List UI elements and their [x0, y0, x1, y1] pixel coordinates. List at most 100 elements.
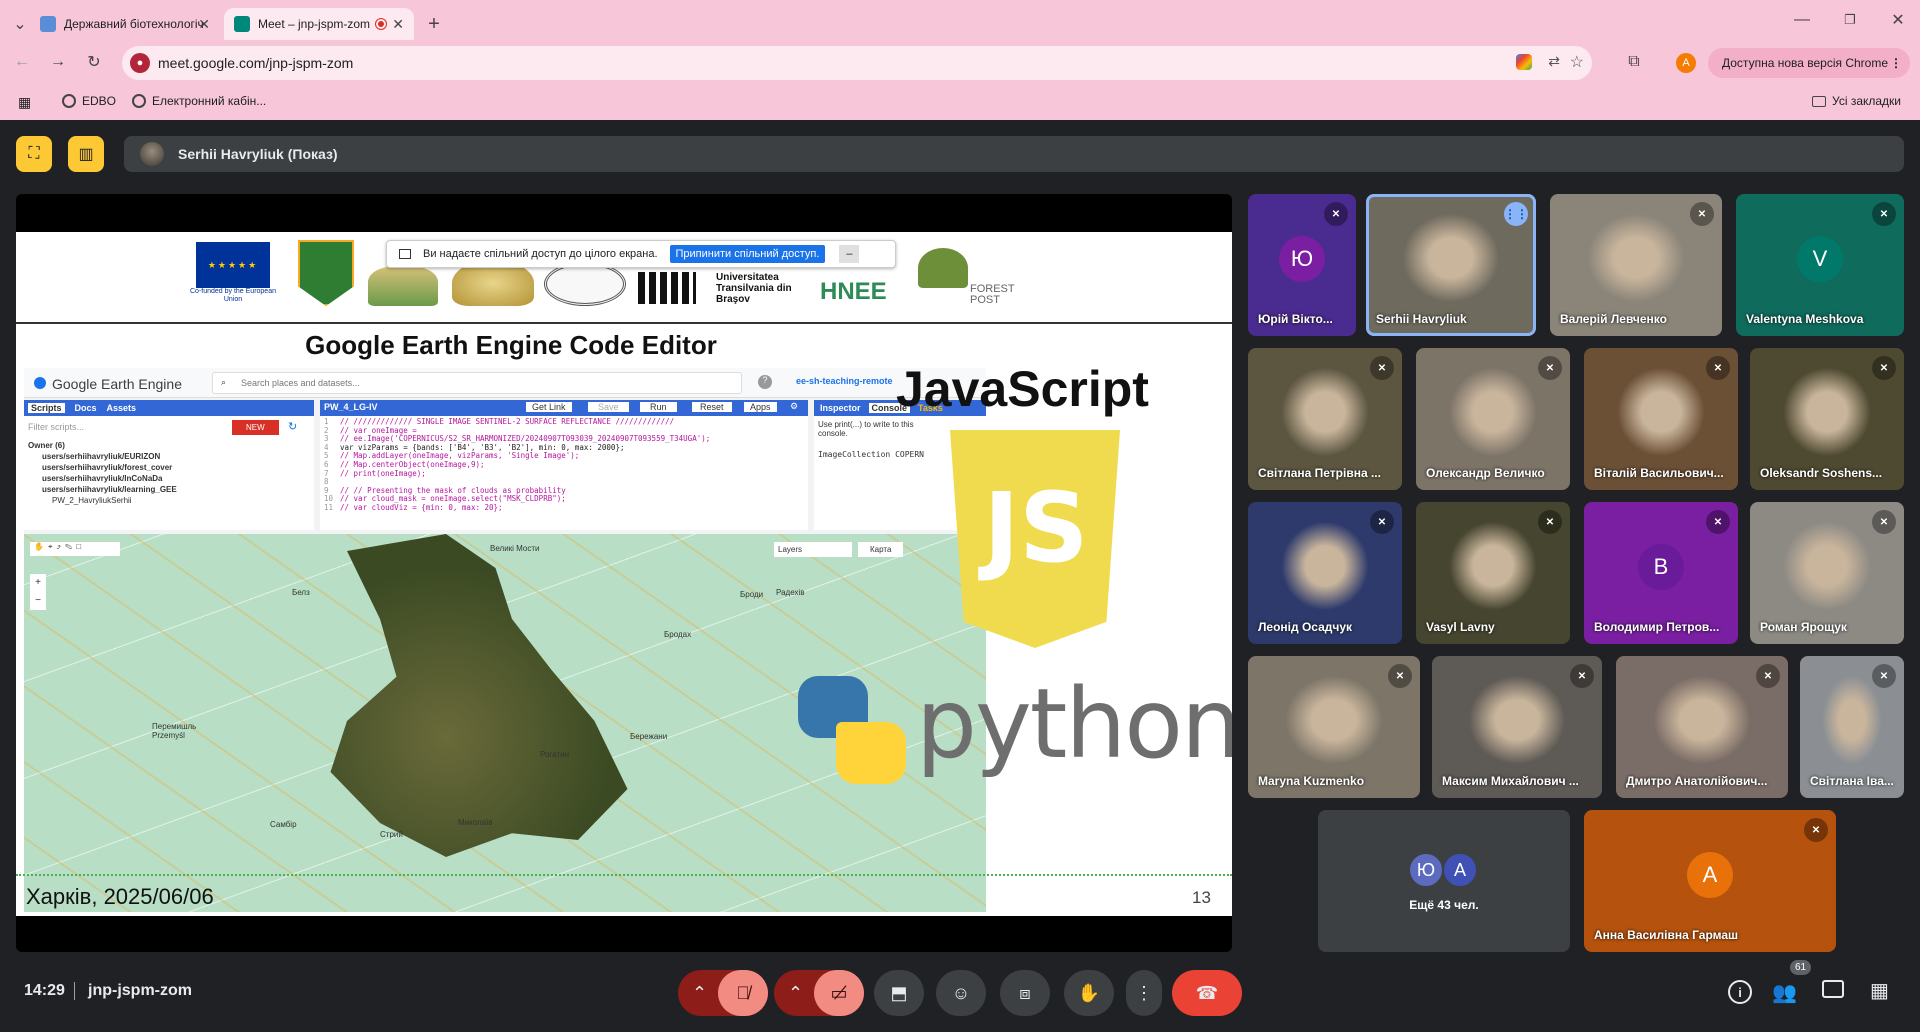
- tab-assets[interactable]: Assets: [107, 403, 137, 413]
- tree-item[interactable]: users/serhiihavryliuk/forest_cover: [28, 462, 177, 473]
- code-lines[interactable]: 1// ///////////// SINGLE IMAGE SENTINEL-…: [320, 416, 808, 515]
- participant-tile[interactable]: Роман Ярощук ✕: [1750, 502, 1904, 644]
- layers-button[interactable]: Layers: [774, 542, 852, 557]
- get-link-button[interactable]: Get Link: [526, 402, 572, 412]
- bookmark-cabinet[interactable]: Електронний кабін...: [132, 94, 266, 108]
- forward-icon[interactable]: →: [44, 48, 72, 76]
- participant-tile[interactable]: Світлана Петрівна ... ✕: [1248, 348, 1402, 490]
- reload-icon[interactable]: ↻: [80, 48, 108, 76]
- participant-name: Олександр Величко: [1426, 466, 1545, 480]
- close-window-icon[interactable]: ✕: [1884, 6, 1912, 34]
- extensions-icon[interactable]: ⧉: [1620, 48, 1648, 76]
- raise-hand-button[interactable]: ✋: [1064, 970, 1114, 1016]
- info-icon[interactable]: i: [1728, 980, 1752, 1004]
- tab-inspector[interactable]: Inspector: [820, 403, 861, 413]
- gee-search[interactable]: ⌕ Search places and datasets...: [212, 372, 742, 394]
- restore-icon[interactable]: ❐: [1836, 6, 1864, 34]
- participant-name: Роман Ярощук: [1760, 620, 1847, 634]
- map-place: Стрий: [380, 830, 403, 839]
- apps-button[interactable]: Apps: [744, 402, 777, 412]
- map-zoom-controls[interactable]: + −: [30, 574, 46, 610]
- chat-icon[interactable]: [1822, 980, 1844, 998]
- tree-item[interactable]: users/serhiihavryliuk/learning_GEE: [28, 484, 177, 495]
- refresh-icon[interactable]: ↻: [288, 420, 297, 433]
- tab-scripts[interactable]: Scripts: [28, 403, 65, 413]
- filter-scripts-input[interactable]: Filter scripts...: [28, 422, 84, 432]
- participant-tile[interactable]: Ю A Ещё 43 чел.: [1318, 810, 1570, 952]
- tree-item[interactable]: users/serhiihavryliuk/EURIZON: [28, 451, 177, 462]
- camera-button[interactable]: ▭̸: [814, 970, 864, 1016]
- line-number: 11: [324, 502, 334, 512]
- bookmark-star-icon[interactable]: ☆: [1570, 52, 1584, 72]
- bookmark-label: EDBO: [82, 94, 117, 108]
- new-script-button[interactable]: NEW: [232, 420, 279, 435]
- participant-tile[interactable]: Віталій Васильович... ✕: [1584, 348, 1738, 490]
- participant-tile[interactable]: В Володимир Петров... ✕: [1584, 502, 1738, 644]
- participant-tile[interactable]: Maryna Kuzmenko ✕: [1248, 656, 1420, 798]
- tree-item[interactable]: PW_2_HavryliukSerhii: [28, 495, 177, 506]
- profile-avatar[interactable]: A: [1676, 53, 1696, 73]
- all-bookmarks[interactable]: Усі закладки: [1812, 94, 1901, 108]
- captions-button[interactable]: ⧈: [1000, 970, 1050, 1016]
- participant-tile[interactable]: Дмитро Анатолійович... ✕: [1616, 656, 1788, 798]
- participant-tile[interactable]: Світлана Іва... ✕: [1800, 656, 1904, 798]
- tab-docs[interactable]: Docs: [75, 403, 97, 413]
- participant-tile[interactable]: V Valentyna Meshkova ✕: [1736, 194, 1904, 336]
- address-bar[interactable]: ● meet.google.com/jnp-jspm-zom ⇄ ☆: [122, 46, 1592, 80]
- tab-biotech[interactable]: Державний біотехнологічний ✕: [30, 8, 220, 40]
- bars-logo: [638, 272, 696, 304]
- participant-tile[interactable]: Oleksandr Soshens... ✕: [1750, 348, 1904, 490]
- more-options-button[interactable]: ⋮: [1126, 970, 1162, 1016]
- hide-banner-button[interactable]: –: [839, 245, 860, 263]
- participant-tile[interactable]: Vasyl Lavny ✕: [1416, 502, 1570, 644]
- recording-icon: [376, 19, 386, 29]
- mic-off-icon: ✕: [1538, 356, 1562, 380]
- help-icon[interactable]: ?: [758, 375, 772, 389]
- stop-sharing-button[interactable]: Припинити спільний доступ.: [669, 245, 826, 263]
- back-icon[interactable]: ←: [8, 48, 36, 76]
- leave-call-button[interactable]: ☎: [1172, 970, 1242, 1016]
- forest-post-tree-icon: [918, 248, 968, 288]
- reactions-button[interactable]: ☺: [936, 970, 986, 1016]
- participant-tile[interactable]: Максим Михайлович ... ✕: [1432, 656, 1602, 798]
- mute-button[interactable]: 🎙̸: [718, 970, 768, 1016]
- map-toolbar[interactable]: ✋⌖⤴✎□: [30, 542, 120, 556]
- save-button[interactable]: Save: [588, 402, 629, 412]
- code-text: // var cloudViz = {min: 0, max: 20};: [340, 502, 503, 512]
- layout-button[interactable]: ▥: [68, 136, 104, 172]
- tree-item[interactable]: Owner (6): [28, 440, 177, 451]
- activities-grid-icon[interactable]: ▦: [1870, 978, 1889, 1003]
- participant-tile[interactable]: Валерій Левченко ✕: [1550, 194, 1722, 336]
- participant-tile[interactable]: Олександр Величко ✕: [1416, 348, 1570, 490]
- site-mic-icon[interactable]: ●: [130, 53, 150, 73]
- update-chrome-button[interactable]: Доступна нова версія Chrome ⋮: [1708, 48, 1910, 78]
- close-tab-icon[interactable]: ✕: [392, 16, 404, 33]
- mic-off-icon: ✕: [1388, 664, 1412, 688]
- run-button[interactable]: Run: [640, 402, 677, 412]
- translate-icon[interactable]: ⇄: [1548, 53, 1560, 70]
- gee-user-chip[interactable]: ee-sh-teaching-remote: [796, 376, 893, 386]
- lens-icon[interactable]: [1516, 54, 1532, 70]
- reset-button[interactable]: Reset: [692, 402, 732, 412]
- participant-tile[interactable]: А Анна Василівна Гармаш ✕: [1584, 810, 1836, 952]
- present-button[interactable]: ⬒: [874, 970, 924, 1016]
- footer-dotted-line: [16, 874, 1232, 876]
- settings-gear-icon[interactable]: ⚙: [790, 401, 798, 412]
- meeting-time: 14:29: [24, 982, 65, 999]
- script-tree: Owner (6) users/serhiihavryliuk/EURIZON …: [28, 440, 177, 506]
- close-tab-icon[interactable]: ✕: [198, 16, 210, 33]
- apps-grid-icon[interactable]: ▦: [18, 94, 31, 111]
- participant-tile[interactable]: Леонід Осадчук ✕: [1248, 502, 1402, 644]
- hide-presenter-button[interactable]: ⛶: [16, 136, 52, 172]
- tab-meet[interactable]: Meet – jnp-jspm-zom ✕: [224, 8, 414, 40]
- participant-tile[interactable]: Serhii Havryliuk ⋮⋮: [1366, 194, 1536, 336]
- bookmark-edbo[interactable]: EDBO: [62, 94, 116, 108]
- new-tab-icon[interactable]: +: [420, 10, 448, 38]
- people-button[interactable]: 👥 61: [1772, 960, 1812, 1005]
- minimize-icon[interactable]: —: [1788, 6, 1816, 34]
- map-type-button[interactable]: Карта: [858, 542, 904, 557]
- editor-tab[interactable]: PW_4_LG-IV: [324, 402, 378, 412]
- chevron-up-icon: ⌃: [788, 982, 804, 1003]
- tree-item[interactable]: users/serhiihavryliuk/InCoNaDa: [28, 473, 177, 484]
- participant-tile[interactable]: Ю Юрій Вікто... ✕: [1248, 194, 1356, 336]
